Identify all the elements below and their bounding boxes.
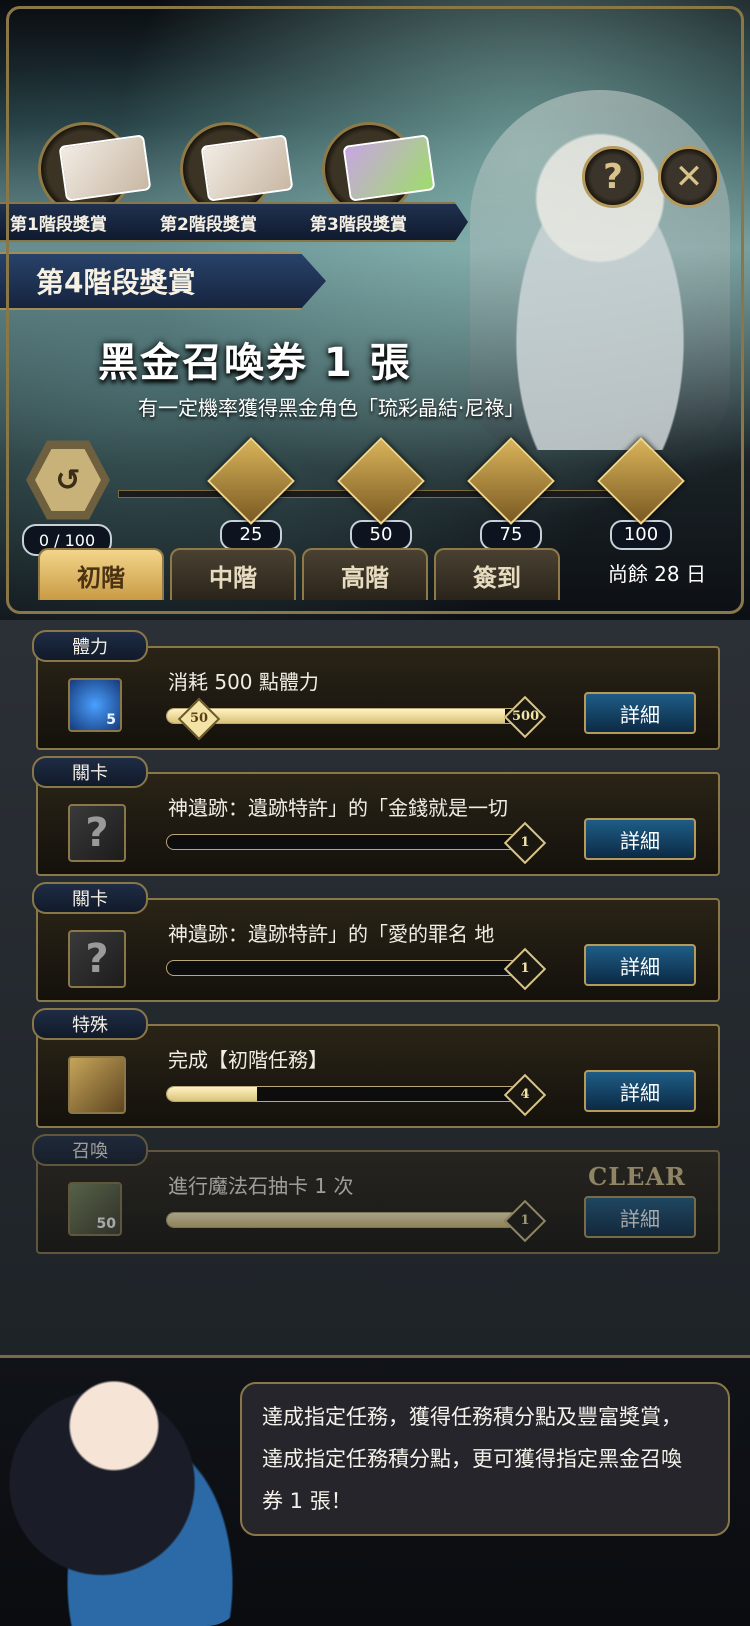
task-stage-2: 關卡 ? 神遺跡：遺跡特許」的「愛的罪名 地 1 詳細 — [32, 882, 720, 1002]
info-text: 達成指定任務，獲得任務積分點及豐富獎賞，達成指定任務積分點，更可獲得指定黑金召喚… — [262, 1405, 682, 1513]
task-description: 完成【初階任務】 — [168, 1048, 328, 1072]
progress-goal: 500 — [512, 709, 540, 724]
task-stamina: 體力 5 消耗 500 點體力 50 500 詳細 — [32, 630, 720, 750]
task-stage-1: 關卡 ? 神遺跡：遺跡特許」的「金錢就是一切 1 詳細 — [32, 756, 720, 876]
ticket-icon — [200, 134, 294, 202]
reward-title: 黑金召喚券 1 張 — [98, 340, 412, 386]
task-category: 體力 — [32, 630, 148, 662]
task-progress-bar — [166, 708, 528, 724]
help-icon: ? — [603, 157, 623, 197]
progress-goal-marker: 1 — [503, 947, 547, 991]
task-list[interactable]: 體力 5 消耗 500 點體力 50 500 詳細 關卡 ? 神遺跡：遺跡特許」… — [0, 620, 750, 1358]
progress-goal-marker: 1 — [503, 1199, 547, 1243]
task-special: 特殊 完成【初階任務】 4 詳細 — [32, 1008, 720, 1128]
tab-advanced[interactable]: 高階 — [302, 548, 428, 600]
treasure-chest-icon — [337, 437, 425, 525]
close-button[interactable]: ✕ — [658, 146, 720, 208]
progress-goal: 1 — [520, 1213, 530, 1228]
task-category: 召喚 — [32, 1134, 148, 1166]
unknown-stage-icon: ? — [68, 930, 126, 988]
score-medal-icon: ↺ — [35, 448, 101, 512]
unknown-stage-icon: ? — [68, 804, 126, 862]
detail-button[interactable]: 詳細 — [584, 692, 696, 734]
detail-button[interactable]: 詳細 — [584, 1196, 696, 1238]
task-summon: 召喚 50 進行魔法石抽卡 1 次 1 CLEAR 詳細 — [32, 1134, 720, 1254]
task-description: 消耗 500 點體力 — [168, 670, 319, 694]
progress-goal: 1 — [520, 961, 530, 976]
milestone-25[interactable]: 25 — [207, 437, 295, 550]
guide-character-avatar — [6, 1340, 246, 1626]
progress-goal-marker: 500 — [503, 695, 547, 739]
tier-tabs: 初階 中階 高階 簽到 — [38, 548, 560, 600]
summon-card-icon: 50 — [68, 1182, 122, 1236]
clear-status: CLEAR — [588, 1162, 686, 1191]
task-progress-bar — [166, 1212, 528, 1228]
detail-button[interactable]: 詳細 — [584, 818, 696, 860]
progress-goal: 4 — [520, 1087, 530, 1102]
treasure-chest-icon — [467, 437, 555, 525]
reward-description: 有一定機率獲得黑金角色「琉彩晶結‧尼祿」 — [138, 396, 525, 420]
progress-current: 50 — [189, 711, 209, 726]
progress-goal-marker: 1 — [503, 821, 547, 865]
task-description: 神遺跡：遺跡特許」的「愛的罪名 地 — [168, 922, 495, 946]
ticket-icon — [58, 134, 152, 202]
task-progress-bar — [166, 960, 528, 976]
task-progress-bar — [166, 1086, 528, 1102]
close-icon: ✕ — [674, 157, 704, 197]
stage3-label[interactable]: 第3階段獎賞 — [300, 202, 468, 242]
tab-checkin[interactable]: 簽到 — [434, 548, 560, 600]
treasure-chest-icon — [597, 437, 685, 525]
stamina-crystal-icon: 5 — [68, 678, 122, 732]
tab-intermediate[interactable]: 中階 — [170, 548, 296, 600]
treasure-chest-icon — [68, 1056, 126, 1114]
progress-goal-marker: 4 — [503, 1073, 547, 1117]
progress-fill — [167, 1087, 257, 1101]
stage2-label[interactable]: 第2階段獎賞 — [150, 202, 318, 242]
task-category: 關卡 — [32, 756, 148, 788]
milestone-75[interactable]: 75 — [467, 437, 555, 550]
progress-goal: 1 — [520, 835, 530, 850]
stage1-label[interactable]: 第1階段獎賞 — [0, 202, 168, 242]
task-progress-bar — [166, 834, 528, 850]
task-description: 神遺跡：遺跡特許」的「金錢就是一切 — [168, 796, 508, 820]
current-stage-label: 第4階段獎賞 — [0, 252, 326, 310]
progress-start-marker: 50 — [177, 697, 221, 741]
milestone-100[interactable]: 100 — [597, 437, 685, 550]
tab-beginner[interactable]: 初階 — [38, 548, 164, 600]
detail-button[interactable]: 詳細 — [584, 944, 696, 986]
ticket-icon — [342, 134, 436, 202]
help-button[interactable]: ? — [582, 146, 644, 208]
progress-fill — [167, 1213, 527, 1227]
task-description: 進行魔法石抽卡 1 次 — [168, 1174, 354, 1198]
task-category: 特殊 — [32, 1008, 148, 1040]
days-remaining: 尚餘 28 日 — [607, 562, 706, 586]
banner-area: 第1階段獎賞 第2階段獎賞 第3階段獎賞 第4階段獎賞 黑金召喚券 1 張 有一… — [0, 0, 750, 623]
detail-button[interactable]: 詳細 — [584, 1070, 696, 1112]
milestone-50[interactable]: 50 — [337, 437, 425, 550]
info-box: 達成指定任務，獲得任務積分點及豐富獎賞，達成指定任務積分點，更可獲得指定黑金召喚… — [240, 1382, 730, 1536]
task-category: 關卡 — [32, 882, 148, 914]
treasure-chest-icon — [207, 437, 295, 525]
score-badge: ↺ — [26, 440, 110, 520]
